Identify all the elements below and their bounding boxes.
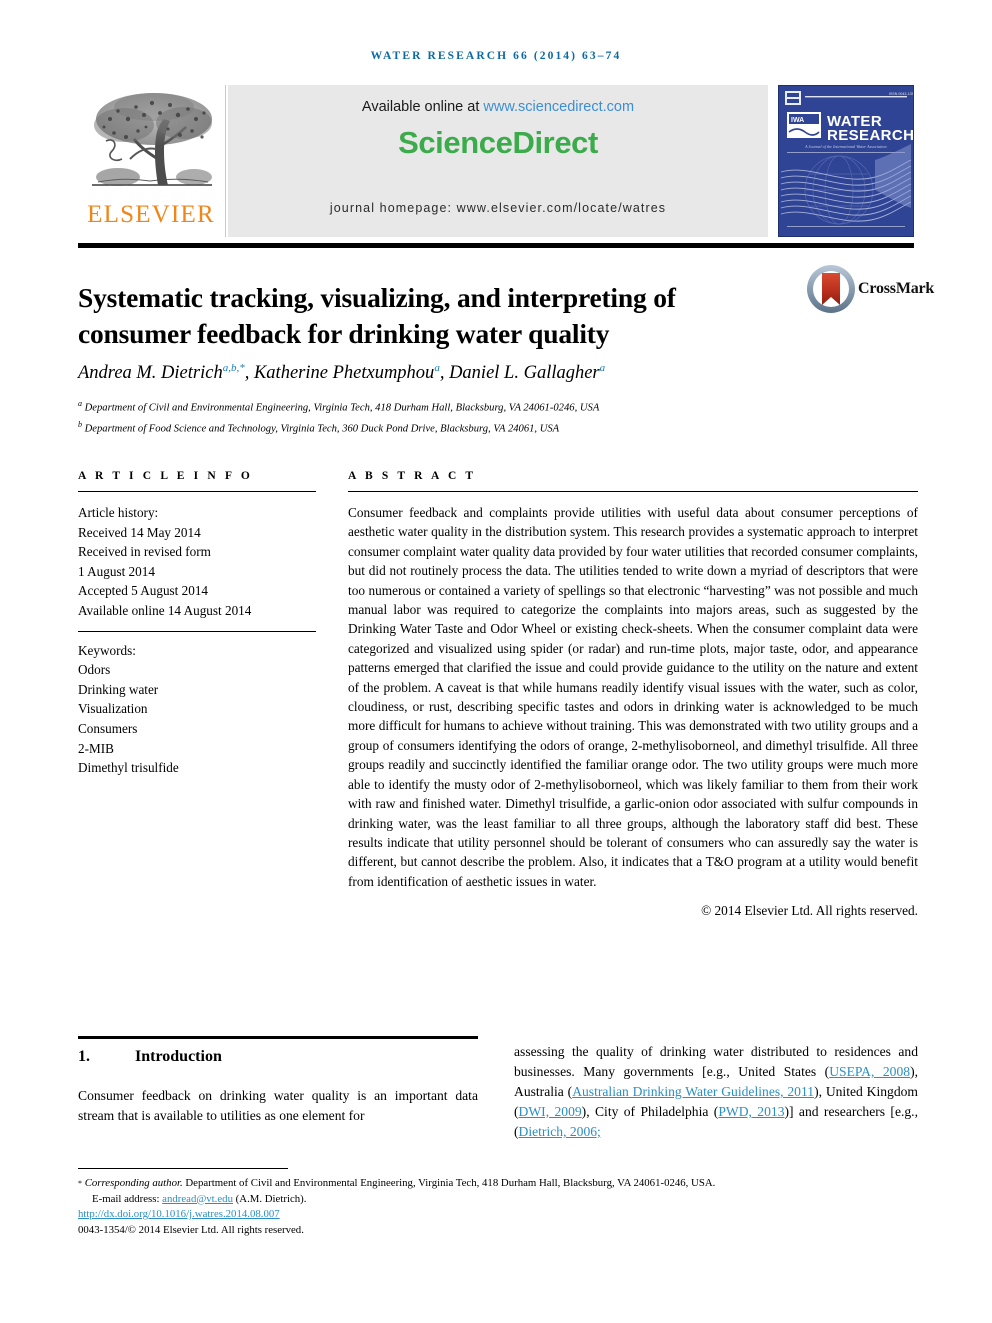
author-3-marks: a <box>599 362 606 374</box>
history-item-revised-label: Received in revised form <box>78 544 211 560</box>
introduction-number: 1. <box>78 1048 90 1065</box>
crossmark-badge[interactable]: CrossMark <box>806 264 934 318</box>
affiliation-a: a Department of Civil and Environmental … <box>78 399 600 414</box>
footnote-block: * Corresponding author. Department of Ci… <box>78 1176 918 1238</box>
article-info-heading: A R T I C L E I N F O <box>78 470 253 482</box>
journal-homepage-line: journal homepage: www.elsevier.com/locat… <box>329 201 667 215</box>
introduction-divider-rule <box>78 1036 478 1039</box>
keywords-block: Keywords: Odors Drinking water Visualiza… <box>78 641 316 778</box>
email-note: E-mail address: andread@vt.edu (A.M. Die… <box>78 1192 918 1208</box>
footnote-rule <box>78 1168 288 1169</box>
keywords-rule <box>78 630 316 632</box>
introduction-right-column: assessing the quality of drinking water … <box>514 1042 918 1142</box>
email-link[interactable]: andread@vt.edu <box>162 1193 233 1205</box>
keyword-item: 2-MIB <box>78 740 114 756</box>
sciencedirect-link[interactable]: www.sciencedirect.com <box>483 99 634 115</box>
author-list: Andrea M. Dietricha,b,*, Katherine Phetx… <box>78 362 606 384</box>
crossmark-icon <box>807 265 855 313</box>
citation-dietrich[interactable]: Dietrich, 2006; <box>519 1124 601 1139</box>
sciencedirect-logo: ScienceDirect <box>398 125 598 160</box>
journal-cover-image: ISSN 0043-1354 IWA WATER RESEARCH A Jour… <box>778 85 914 237</box>
abstract-heading: A B S T R A C T <box>348 470 477 482</box>
author-3: Daniel L. Gallaghera <box>449 362 606 384</box>
journal-header-band: ELSEVIER Available online at www.science… <box>78 85 914 237</box>
affiliation-b: b Department of Food Science and Technol… <box>78 419 560 435</box>
doi-line: http://dx.doi.org/10.1016/j.watres.2014.… <box>78 1207 918 1223</box>
issn-copyright-line: 0043-1354/© 2014 Elsevier Ltd. All right… <box>78 1223 304 1236</box>
email-label: E-mail address: <box>92 1192 160 1205</box>
available-online-prefix: Available online at <box>361 99 484 115</box>
abstract-rule <box>348 491 918 492</box>
author-1: Andrea M. Dietricha,b,* <box>78 362 245 384</box>
article-history-block: Article history: Received 14 May 2014 Re… <box>78 503 316 621</box>
history-item-received: Received 14 May 2014 <box>78 524 201 540</box>
author-2-marks: a <box>434 362 440 374</box>
elsevier-tree-icon <box>84 89 220 199</box>
elsevier-wordmark: ELSEVIER <box>87 201 215 228</box>
keyword-item: Dimethyl trisulfide <box>78 760 179 776</box>
introduction-heading: Introduction <box>135 1048 222 1065</box>
history-item-online: Available online 14 August 2014 <box>78 602 252 618</box>
keywords-label: Keywords: <box>78 642 136 658</box>
intro-text-part4: ), City of Philadelphia ( <box>581 1104 719 1119</box>
affiliation-list: a Department of Civil and Environmental … <box>78 396 918 437</box>
page-title: Systematic tracking, visualizing, and in… <box>78 282 676 350</box>
doi-link[interactable]: http://dx.doi.org/10.1016/j.watres.2014.… <box>78 1208 280 1220</box>
keyword-item: Visualization <box>78 701 148 717</box>
keyword-item: Consumers <box>78 720 138 736</box>
citation-usepa[interactable]: USEPA, 2008 <box>829 1064 910 1079</box>
corresponding-author-note: * Corresponding author. Department of Ci… <box>78 1176 918 1192</box>
citation-australian-guidelines[interactable]: Australian Drinking Water Guidelines, 20… <box>572 1084 814 1099</box>
history-item-accepted: Accepted 5 August 2014 <box>78 583 209 599</box>
svg-text:IWA: IWA <box>791 117 804 124</box>
crossmark-label: CrossMark <box>858 280 935 297</box>
available-online-line: Available online at www.sciencedirect.co… <box>228 99 768 115</box>
article-info-rule <box>78 491 316 492</box>
article-history-label: Article history: <box>78 505 159 520</box>
citation-pwd[interactable]: PWD, 2013 <box>718 1104 784 1119</box>
svg-text:RESEARCH: RESEARCH <box>827 127 913 144</box>
history-item-revised-date: 1 August 2014 <box>78 563 155 579</box>
corresponding-author-address: Department of Civil and Environmental En… <box>182 1177 716 1189</box>
corresponding-author-label: Corresponding author. <box>84 1177 183 1189</box>
sciencedirect-band: Available online at www.sciencedirect.co… <box>228 85 768 237</box>
author-2: Katherine Phetxumphoua <box>253 362 440 384</box>
corresponding-marker: * <box>78 1179 82 1188</box>
svg-text:ISSN 0043-1354: ISSN 0043-1354 <box>889 92 913 96</box>
article-info-column: A R T I C L E I N F O Article history: R… <box>78 470 316 778</box>
abstract-body: Consumer feedback and complaints provide… <box>348 505 918 889</box>
abstract-column: A B S T R A C T Consumer feedback and co… <box>348 470 918 919</box>
running-head: water research 66 (2014) 63–74 <box>370 50 622 62</box>
svg-text:A Journal of the International: A Journal of the International Water Ass… <box>804 144 887 149</box>
author-1-marks: a,b,* <box>222 362 245 374</box>
paper-page: water research 66 (2014) 63–74 <box>0 0 992 1323</box>
citation-dwi[interactable]: DWI, 2009 <box>519 1104 582 1119</box>
abstract-copyright: © 2014 Elsevier Ltd. All rights reserved… <box>701 903 918 919</box>
keyword-item: Drinking water <box>78 681 159 697</box>
journal-cover-thumbnail[interactable]: ISSN 0043-1354 IWA WATER RESEARCH A Jour… <box>778 85 914 237</box>
email-owner: (A.M. Dietrich). <box>235 1192 307 1205</box>
keyword-item: Odors <box>78 662 111 678</box>
introduction-left-column: Consumer feedback on drinking water qual… <box>78 1088 478 1123</box>
header-divider-rule <box>78 243 914 248</box>
elsevier-logo: ELSEVIER <box>78 85 226 237</box>
